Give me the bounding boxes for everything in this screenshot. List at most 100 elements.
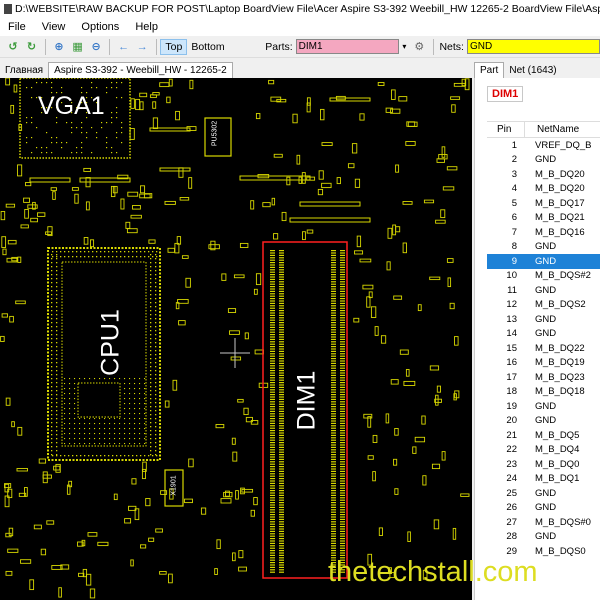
pin-row[interactable]: 23 M_B_DQ0	[487, 457, 600, 472]
ball-pad	[150, 422, 152, 424]
pin-row[interactable]: 12 M_B_DQS2	[487, 298, 600, 313]
tab-board-file[interactable]: Aspire S3-392 - Weebill_HW - 12265-2	[48, 62, 233, 78]
dim1-pin	[279, 266, 284, 268]
pin-row[interactable]: 25 GND	[487, 486, 600, 501]
toolbar-separator	[432, 38, 434, 55]
footprint-pad	[7, 548, 19, 553]
parts-search-input[interactable]	[295, 39, 399, 54]
pin-row[interactable]: 20 GND	[487, 414, 600, 429]
column-pin[interactable]: Pin	[487, 122, 525, 137]
back-arrow-icon[interactable]: ←	[116, 39, 131, 55]
pin-row[interactable]: 5 M_B_DQ17	[487, 196, 600, 211]
pin-number: 14	[506, 328, 517, 340]
ball-pad	[109, 423, 111, 425]
pin-row[interactable]: 6 M_B_DQ21	[487, 211, 600, 226]
dim1-pin	[279, 554, 284, 556]
pin-row[interactable]: 16 M_B_DQ19	[487, 356, 600, 371]
ball-pad	[104, 443, 106, 445]
zoom-out-icon[interactable]: ⊖	[89, 39, 104, 55]
ball-pad	[124, 403, 126, 405]
pin-row[interactable]: 2 GND	[487, 153, 600, 168]
pin-row[interactable]: 22 M_B_DQ4	[487, 443, 600, 458]
pin-row[interactable]: 1 VREF_DQ_B	[487, 138, 600, 153]
ball-pad	[46, 132, 48, 134]
pin-row[interactable]: 17 M_B_DQ23	[487, 370, 600, 385]
dim1-pin	[279, 413, 284, 415]
dim1-pin	[279, 274, 284, 276]
ball-pad	[69, 398, 71, 400]
dim1-pin	[340, 389, 345, 391]
ball-pad	[61, 87, 63, 89]
dim1-pin	[340, 494, 345, 496]
dim1-pin	[331, 341, 336, 343]
pin-row[interactable]: 15 M_B_DQ22	[487, 341, 600, 356]
pin-row[interactable]: 28 GND	[487, 530, 600, 545]
menu-file[interactable]: File	[0, 21, 34, 33]
pin-row[interactable]: 11 GND	[487, 283, 600, 298]
forward-arrow-icon[interactable]: →	[135, 39, 150, 55]
dim1-pin	[270, 490, 275, 492]
pin-row[interactable]: 24 M_B_DQ1	[487, 472, 600, 487]
rotate-right-icon[interactable]: ↻	[24, 39, 39, 55]
ball-pad	[96, 256, 98, 258]
dim1-pin	[279, 559, 284, 561]
dim1-pin	[340, 343, 345, 345]
pin-row[interactable]: 9 GND	[487, 254, 600, 269]
pin-row[interactable]: 3 M_B_DQ20	[487, 167, 600, 182]
pin-row[interactable]: 26 GND	[487, 501, 600, 516]
menu-options[interactable]: Options	[73, 21, 127, 33]
pin-row[interactable]: 8 GND	[487, 240, 600, 255]
rotate-left-icon[interactable]: ↺	[6, 39, 21, 55]
tab-part[interactable]: Part	[474, 62, 505, 78]
pin-row[interactable]: 4 M_B_DQ20	[487, 182, 600, 197]
ball-pad	[56, 262, 58, 264]
dim1-pin	[270, 430, 275, 432]
column-netname[interactable]: NetName	[525, 124, 579, 135]
ball-pad	[64, 428, 66, 430]
footprint-pad	[377, 82, 385, 86]
pin-row[interactable]: 21 M_B_DQ5	[487, 428, 600, 443]
dim1-pin	[270, 274, 275, 276]
pin-row[interactable]: 7 M_B_DQ16	[487, 225, 600, 240]
pin-net-name: GND	[535, 415, 557, 427]
dim1-pin	[331, 432, 336, 434]
nets-search-input[interactable]	[466, 39, 600, 54]
footprint-pad	[440, 209, 446, 219]
pin-row[interactable]: 18 M_B_DQ18	[487, 385, 600, 400]
board-view[interactable]: VGA1 CPU1 DIM1 PU5302 X1901	[0, 78, 472, 600]
top-side-button[interactable]: Top	[160, 38, 188, 55]
dim1-pin	[331, 355, 336, 357]
ball-pad	[128, 256, 130, 258]
pin-row[interactable]: 19 GND	[487, 399, 600, 414]
dim1-pin	[331, 516, 336, 518]
ball-pad	[64, 438, 66, 440]
ball-pad	[155, 318, 157, 320]
dim1-pin	[270, 302, 275, 304]
tab-net[interactable]: Net (1643)	[504, 62, 561, 78]
tab-home[interactable]: Главная	[0, 62, 48, 78]
dropdown-arrow-icon[interactable]: ▾	[401, 39, 408, 55]
search-options-icon[interactable]: ⚙	[412, 39, 427, 55]
bottom-side-button[interactable]: Bottom	[187, 39, 228, 55]
pin-row[interactable]: 27 M_B_DQS#0	[487, 515, 600, 530]
pin-row[interactable]: 14 GND	[487, 327, 600, 342]
footprint-pad	[74, 193, 79, 204]
pin-row[interactable]: 13 GND	[487, 312, 600, 327]
pin-row[interactable]: 10 M_B_DQS#2	[487, 269, 600, 284]
ball-pad	[51, 294, 53, 296]
ball-pad	[79, 428, 81, 430]
dim1-pin	[331, 528, 336, 530]
dim1-pin	[340, 490, 345, 492]
dim1-pin	[331, 252, 336, 254]
board-canvas[interactable]	[0, 78, 472, 600]
dim1-pin	[340, 439, 345, 441]
ball-pad	[99, 443, 101, 445]
zoom-in-icon[interactable]: ⊕	[52, 39, 67, 55]
footprint-pad	[229, 330, 240, 335]
ball-pad	[36, 82, 38, 84]
menu-help[interactable]: Help	[127, 21, 166, 33]
dim1-pin	[331, 338, 336, 340]
dim1-pin	[340, 355, 345, 357]
menu-view[interactable]: View	[34, 21, 74, 33]
zoom-fit-icon[interactable]: ▦	[70, 39, 85, 55]
